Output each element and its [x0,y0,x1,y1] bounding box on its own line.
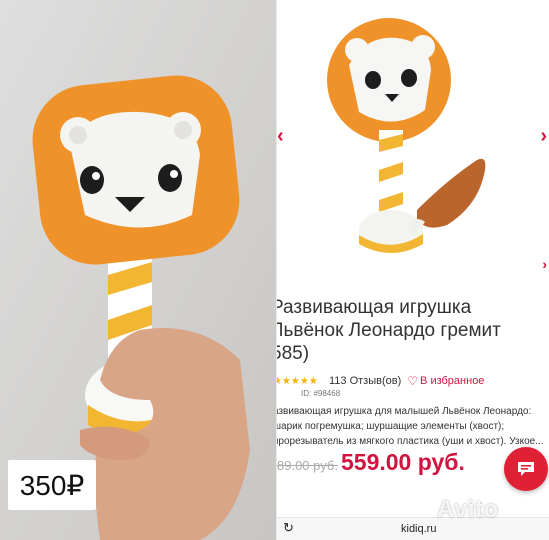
toy-photo-illustration [0,0,276,540]
chevron-left-icon[interactable]: ‹ [277,125,284,148]
product-title-line-2: Львёнок Леонардо гремит [277,320,501,341]
description-line-2: шарик погремушка; шуршащие элементы (хво… [277,421,505,432]
price-badge: 350₽ [8,460,96,510]
product-title: Развивающая игрушка Львёнок Леонардо гре… [277,296,541,365]
avito-watermark: Avito [437,496,499,523]
current-price: 559.00 руб. [341,449,465,475]
product-image[interactable] [307,10,527,260]
product-id-row: ID: #98468 [277,389,340,398]
chevron-right-small-icon[interactable]: › [542,256,547,272]
chat-icon [518,462,534,476]
reviews-link[interactable]: 113 Отзыв(ов) [329,375,401,387]
product-title-line-1: Развивающая игрушка [277,297,472,318]
favorites-label: В избранное [420,375,485,387]
browser-bar: ↻ kidiq.ru [277,517,549,540]
rating-stars: ★★★★★ [277,375,318,387]
description-line-3: прорезыватель из мягкого пластика (уши и… [277,436,544,447]
heart-icon: ♡ [407,374,419,388]
reload-icon[interactable]: ↻ [283,520,294,536]
product-description: азвивающая игрушка для малышей Львёнок Л… [277,404,545,449]
product-title-line-3: 585) [277,343,310,364]
product-id: ID: #98468 [301,389,341,398]
url-label[interactable]: kidiq.ru [401,523,436,535]
add-to-favorites-button[interactable]: ♡ В избранное [407,374,484,388]
chat-button[interactable] [504,447,548,491]
description-line-1: азвивающая игрушка для малышей Львёнок Л… [277,406,532,417]
toy-photo: 350₽ [0,0,276,540]
old-price: 89.00 руб. [277,458,338,473]
product-page: ‹ › › Развивающая игрушка Львёнок Леонар… [277,0,549,540]
rating-row: ★★★★★ 113 Отзыв(ов) ♡ В избранное [277,373,549,389]
chevron-right-icon[interactable]: › [540,125,547,148]
